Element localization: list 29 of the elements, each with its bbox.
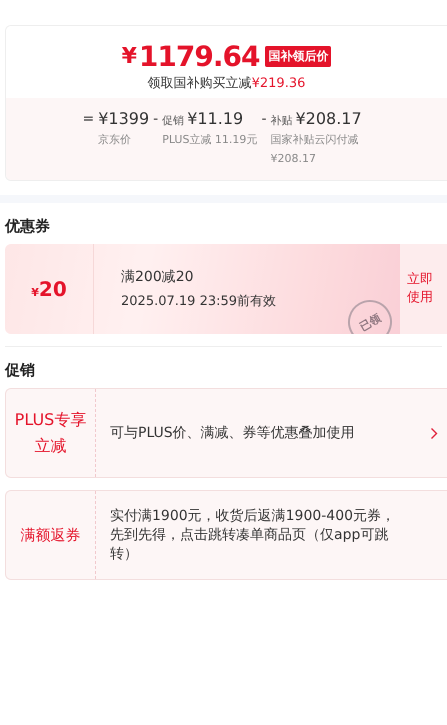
price-tag: 国补领后价: [265, 46, 332, 67]
currency-symbol: ¥: [122, 44, 137, 69]
breakdown-amount: ¥1399: [98, 108, 150, 130]
promotion-tag: PLUS专享立减: [8, 407, 92, 459]
section-title: 促销: [4, 360, 36, 381]
use-now-button[interactable]: 立即使用: [400, 244, 447, 334]
coupon-condition: 满200减20: [121, 268, 195, 286]
breakdown-note: PLUS立减 11.19元: [162, 132, 258, 148]
breakdown-label: 促销: [162, 113, 184, 128]
coupon-validity: 2025.07.19 23:59前有效: [121, 293, 276, 310]
promotion-tag: 满额返券: [20, 522, 80, 548]
breakdown-note: 京东价: [98, 132, 132, 148]
currency-symbol: ¥: [31, 286, 39, 298]
breakdown-label: 补贴: [270, 113, 292, 128]
operator: =: [82, 110, 94, 129]
saving-amount: ¥219.36: [252, 76, 306, 91]
operator: -: [261, 110, 266, 129]
promotion-description: 可与PLUS价、满减、券等优惠叠加使用: [109, 424, 356, 442]
promotion-description: 实付满1900元，收货后返满1900-400元券，先到先得，点击跳转凑单商品页（仅app可跳转）: [109, 506, 396, 564]
section-title: 优惠券: [4, 216, 51, 237]
saving-label: 领取国补购买立减: [148, 76, 252, 91]
coupon-value: 20: [38, 277, 67, 301]
breakdown-amount: ¥208.17: [296, 108, 362, 130]
final-price: 1179.64: [138, 40, 260, 73]
operator: -: [153, 110, 158, 129]
promotion-card[interactable]: 满额返券 实付满1900元，收货后返满1900-400元券，先到先得，点击跳转凑单商品页（仅app可跳转）: [5, 490, 447, 580]
breakdown-note: 国家补贴云闪付减¥208.17: [270, 132, 360, 167]
breakdown-amount: ¥11.19: [187, 108, 244, 130]
promotion-card[interactable]: PLUS专享立减 可与PLUS价、满减、券等优惠叠加使用: [5, 388, 447, 478]
